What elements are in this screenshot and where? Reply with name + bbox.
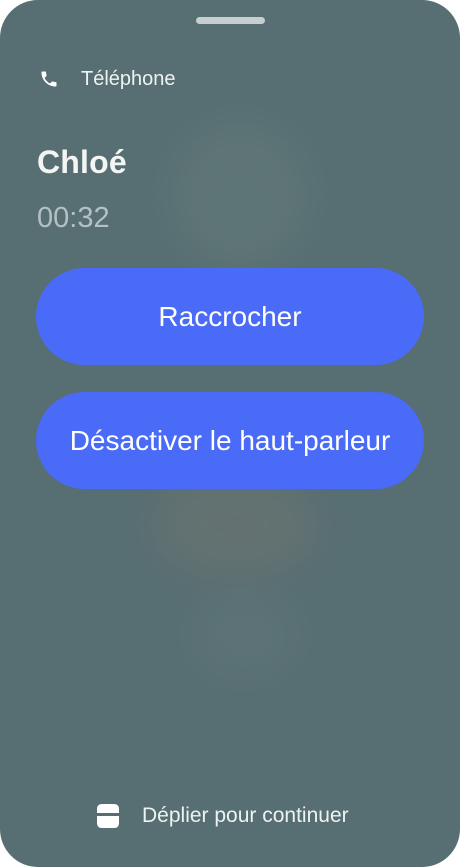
call-timer: 00:32 <box>37 202 110 234</box>
unfold-hint: Déplier pour continuer <box>93 799 349 833</box>
unfold-device-icon <box>93 801 123 831</box>
call-screen: Téléphone Chloé 00:32 Raccrocher Désacti… <box>0 0 460 867</box>
background-art <box>170 120 310 270</box>
drag-handle[interactable] <box>196 17 265 24</box>
background-art <box>190 590 300 680</box>
caller-name: Chloé <box>37 144 127 180</box>
app-name: Téléphone <box>81 67 176 90</box>
unfold-hint-text: Déplier pour continuer <box>142 804 349 827</box>
speaker-toggle-button[interactable]: Désactiver le haut-parleur <box>36 392 424 489</box>
app-header: Téléphone <box>38 64 176 94</box>
hang-up-button[interactable]: Raccrocher <box>36 268 424 365</box>
phone-icon <box>38 68 60 90</box>
